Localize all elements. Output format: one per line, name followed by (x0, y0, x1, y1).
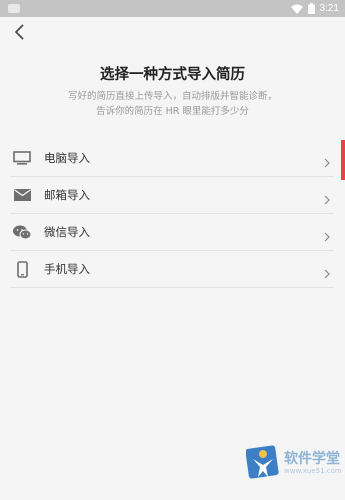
import-phone-label: 手机导入 (44, 262, 90, 276)
subtitle-line-2: 告诉你的简历在 HR 眼里能打多少分 (96, 106, 249, 117)
chevron-left-icon (13, 24, 25, 44)
import-options-list: 电脑导入 邮箱导入 微信导入 手机导入 (10, 140, 334, 288)
status-time: 3:21 (319, 3, 339, 14)
accent-edge (341, 140, 345, 180)
wifi-icon (290, 0, 303, 18)
chevron-right-icon (324, 153, 330, 172)
wechat-icon (13, 223, 31, 241)
back-button[interactable] (6, 21, 32, 47)
watermark-logo-icon (245, 444, 280, 486)
import-wechat-item[interactable]: 微信导入 (10, 214, 334, 251)
subtitle-line-1: 写好的简历直接上传导入，自动排版并智能诊断， (67, 91, 277, 102)
battery-icon (307, 0, 315, 18)
import-computer-label: 电脑导入 (44, 151, 90, 165)
import-phone-item[interactable]: 手机导入 (10, 251, 334, 288)
watermark-sub: www.xue51.com (284, 467, 342, 475)
top-bar (0, 17, 345, 50)
import-email-label: 邮箱导入 (44, 188, 90, 202)
phone-icon (13, 260, 31, 278)
chevron-right-icon (324, 190, 330, 209)
status-bar: 3:21 (0, 0, 345, 17)
import-email-item[interactable]: 邮箱导入 (10, 177, 334, 214)
notification-icon (8, 4, 20, 13)
chevron-right-icon (324, 264, 330, 283)
page-title: 选择一种方式导入简历 (100, 67, 245, 83)
mail-icon (13, 186, 31, 204)
computer-icon (13, 149, 31, 167)
watermark-text: 软件学堂 (284, 451, 340, 467)
watermark: 软件学堂 www.xue51.com (245, 440, 345, 495)
chevron-right-icon (324, 227, 330, 246)
import-wechat-label: 微信导入 (44, 225, 90, 239)
page-subtitle: 写好的简历直接上传导入，自动排版并智能诊断， 告诉你的简历在 HR 眼里能打多少… (0, 89, 345, 119)
import-computer-item[interactable]: 电脑导入 (10, 140, 334, 177)
